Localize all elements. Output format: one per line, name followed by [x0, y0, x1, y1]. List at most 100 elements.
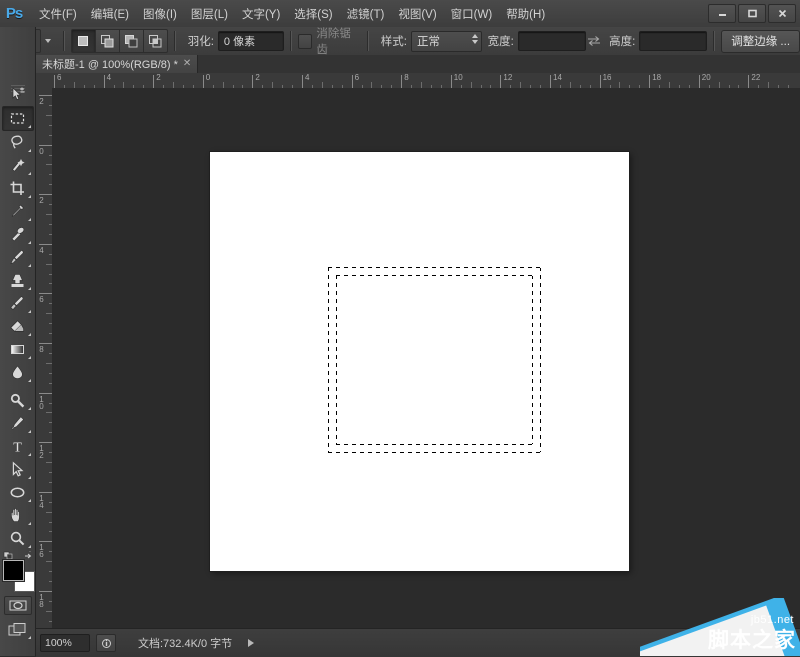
document-canvas[interactable]: [210, 152, 629, 571]
ruler-label: 16: [37, 543, 45, 557]
screen-mode-button[interactable]: [5, 620, 31, 640]
horizontal-ruler[interactable]: 6420246810121416182022: [52, 73, 800, 89]
pen-tool[interactable]: [3, 412, 33, 435]
options-separator-2: [174, 31, 176, 51]
menu-image[interactable]: 图像(I): [136, 2, 184, 26]
gradient-tool[interactable]: [3, 338, 33, 361]
ruler-label: 8: [402, 73, 408, 82]
blur-tool[interactable]: [3, 361, 33, 384]
eraser-tool[interactable]: [3, 315, 33, 338]
menu-window[interactable]: 窗口(W): [444, 2, 500, 26]
menu-edit[interactable]: 编辑(E): [84, 2, 136, 26]
ruler-label: 4: [37, 246, 45, 253]
history-brush-tool[interactable]: [3, 292, 33, 315]
quick-selection-tool[interactable]: [3, 154, 33, 177]
feather-input[interactable]: 0 像素: [218, 31, 284, 51]
document-tab-strip: 未标题-1 @ 100%(RGB/8) * ✕: [36, 55, 800, 74]
canvas-area[interactable]: [52, 88, 800, 628]
toolbox: T: [0, 27, 36, 656]
quick-mask-mode-button[interactable]: [4, 596, 32, 615]
lasso-tool[interactable]: [3, 131, 33, 154]
width-input[interactable]: [518, 31, 586, 51]
ruler-label: 6: [55, 73, 61, 82]
ruler-label: 0: [37, 147, 45, 154]
menu-filter[interactable]: 滤镜(T): [340, 2, 392, 26]
rectangular-marquee-tool[interactable]: [2, 106, 34, 131]
photoshop-window: Ps 文件(F) 编辑(E) 图像(I) 图层(L) 文字(Y) 选择(S) 滤…: [0, 0, 800, 656]
zoom-tool[interactable]: [3, 527, 33, 550]
ruler-label: 2: [37, 97, 45, 104]
menu-layer[interactable]: 图层(L): [184, 2, 235, 26]
ruler-label: 0: [204, 73, 210, 82]
style-select-stepper-icon[interactable]: [472, 34, 478, 44]
new-selection-button[interactable]: [71, 29, 96, 53]
eyedropper-tool[interactable]: [3, 200, 33, 223]
minimize-button[interactable]: [708, 4, 736, 23]
default-and-swap-colors-icon[interactable]: [3, 550, 33, 559]
menu-file[interactable]: 文件(F): [32, 2, 84, 26]
ruler-label: 12: [37, 444, 45, 458]
ruler-corner[interactable]: [36, 73, 53, 89]
foreground-color-swatch[interactable]: [3, 560, 24, 581]
options-separator-4: [367, 31, 369, 51]
refine-edge-button[interactable]: 调整边缘 ...: [721, 30, 800, 53]
status-menu-arrow-icon[interactable]: [248, 639, 254, 647]
status-bar: 100% 文档:732.4K/0 字节: [36, 628, 800, 657]
menu-type[interactable]: 文字(Y): [235, 2, 287, 26]
intersect-selection-button[interactable]: [143, 29, 168, 53]
document-size-text: 文档:732.4K/0 字节: [138, 635, 232, 651]
subtract-from-selection-button[interactable]: [119, 29, 144, 53]
document-tab-label: 未标题-1 @ 100%(RGB/8) *: [42, 56, 178, 72]
ruler-label: 8: [37, 345, 45, 352]
menu-help[interactable]: 帮助(H): [499, 2, 552, 26]
document-tab[interactable]: 未标题-1 @ 100%(RGB/8) * ✕: [36, 55, 198, 73]
crop-tool[interactable]: [3, 177, 33, 200]
selection-mode-group: [71, 29, 168, 53]
antialias-checkbox[interactable]: [298, 34, 313, 49]
brush-tool[interactable]: [3, 246, 33, 269]
ellipse-shape-tool[interactable]: [3, 481, 33, 504]
close-button[interactable]: [768, 4, 796, 23]
ruler-tick-major: [39, 343, 52, 344]
ruler-tick-major: [39, 591, 52, 592]
swap-width-height-icon[interactable]: [586, 32, 603, 50]
spot-healing-brush-tool[interactable]: [3, 223, 33, 246]
clone-stamp-tool[interactable]: [3, 269, 33, 292]
tool-preset-chevron-down-icon[interactable]: [45, 39, 51, 43]
status-info-icon[interactable]: [96, 634, 116, 652]
hand-tool[interactable]: [3, 504, 33, 527]
color-swatches: [3, 560, 33, 590]
ruler-label: 18: [37, 593, 45, 607]
options-separator-5: [713, 31, 715, 51]
style-select[interactable]: 正常: [411, 31, 482, 52]
ruler-label: 4: [303, 73, 309, 82]
height-input[interactable]: [639, 31, 707, 51]
photoshop-logo-icon: Ps: [0, 0, 28, 27]
zoom-level-input[interactable]: 100%: [40, 634, 90, 652]
ruler-tick-major: [39, 541, 52, 542]
dodge-tool[interactable]: [3, 389, 33, 412]
type-tool[interactable]: T: [3, 435, 33, 458]
ruler-label: 14: [551, 73, 562, 82]
add-to-selection-button[interactable]: [95, 29, 120, 53]
style-select-value: 正常: [417, 33, 440, 49]
menu-items: 文件(F) 编辑(E) 图像(I) 图层(L) 文字(Y) 选择(S) 滤镜(T…: [32, 0, 552, 27]
inner-selection-marching-ants: [336, 275, 533, 445]
path-selection-tool[interactable]: [3, 458, 33, 481]
ruler-tick-major: [39, 442, 52, 443]
vertical-ruler[interactable]: 2024681012141618: [36, 88, 53, 628]
menu-view[interactable]: 视图(V): [391, 2, 443, 26]
menu-select[interactable]: 选择(S): [287, 2, 339, 26]
ruler-label: 18: [650, 73, 661, 82]
ruler-label: 2: [154, 73, 160, 82]
move-tool[interactable]: [3, 83, 33, 106]
ruler-label: 2: [253, 73, 259, 82]
maximize-button[interactable]: [738, 4, 766, 23]
options-separator-3: [290, 31, 292, 51]
feather-label: 羽化:: [188, 33, 214, 49]
ruler-tick-major: [39, 492, 52, 493]
antialias-label: 消除锯齿: [316, 25, 360, 57]
document-tab-close-icon[interactable]: ✕: [183, 59, 191, 69]
ruler-label: 6: [353, 73, 359, 82]
ruler-label: 10: [452, 73, 463, 82]
